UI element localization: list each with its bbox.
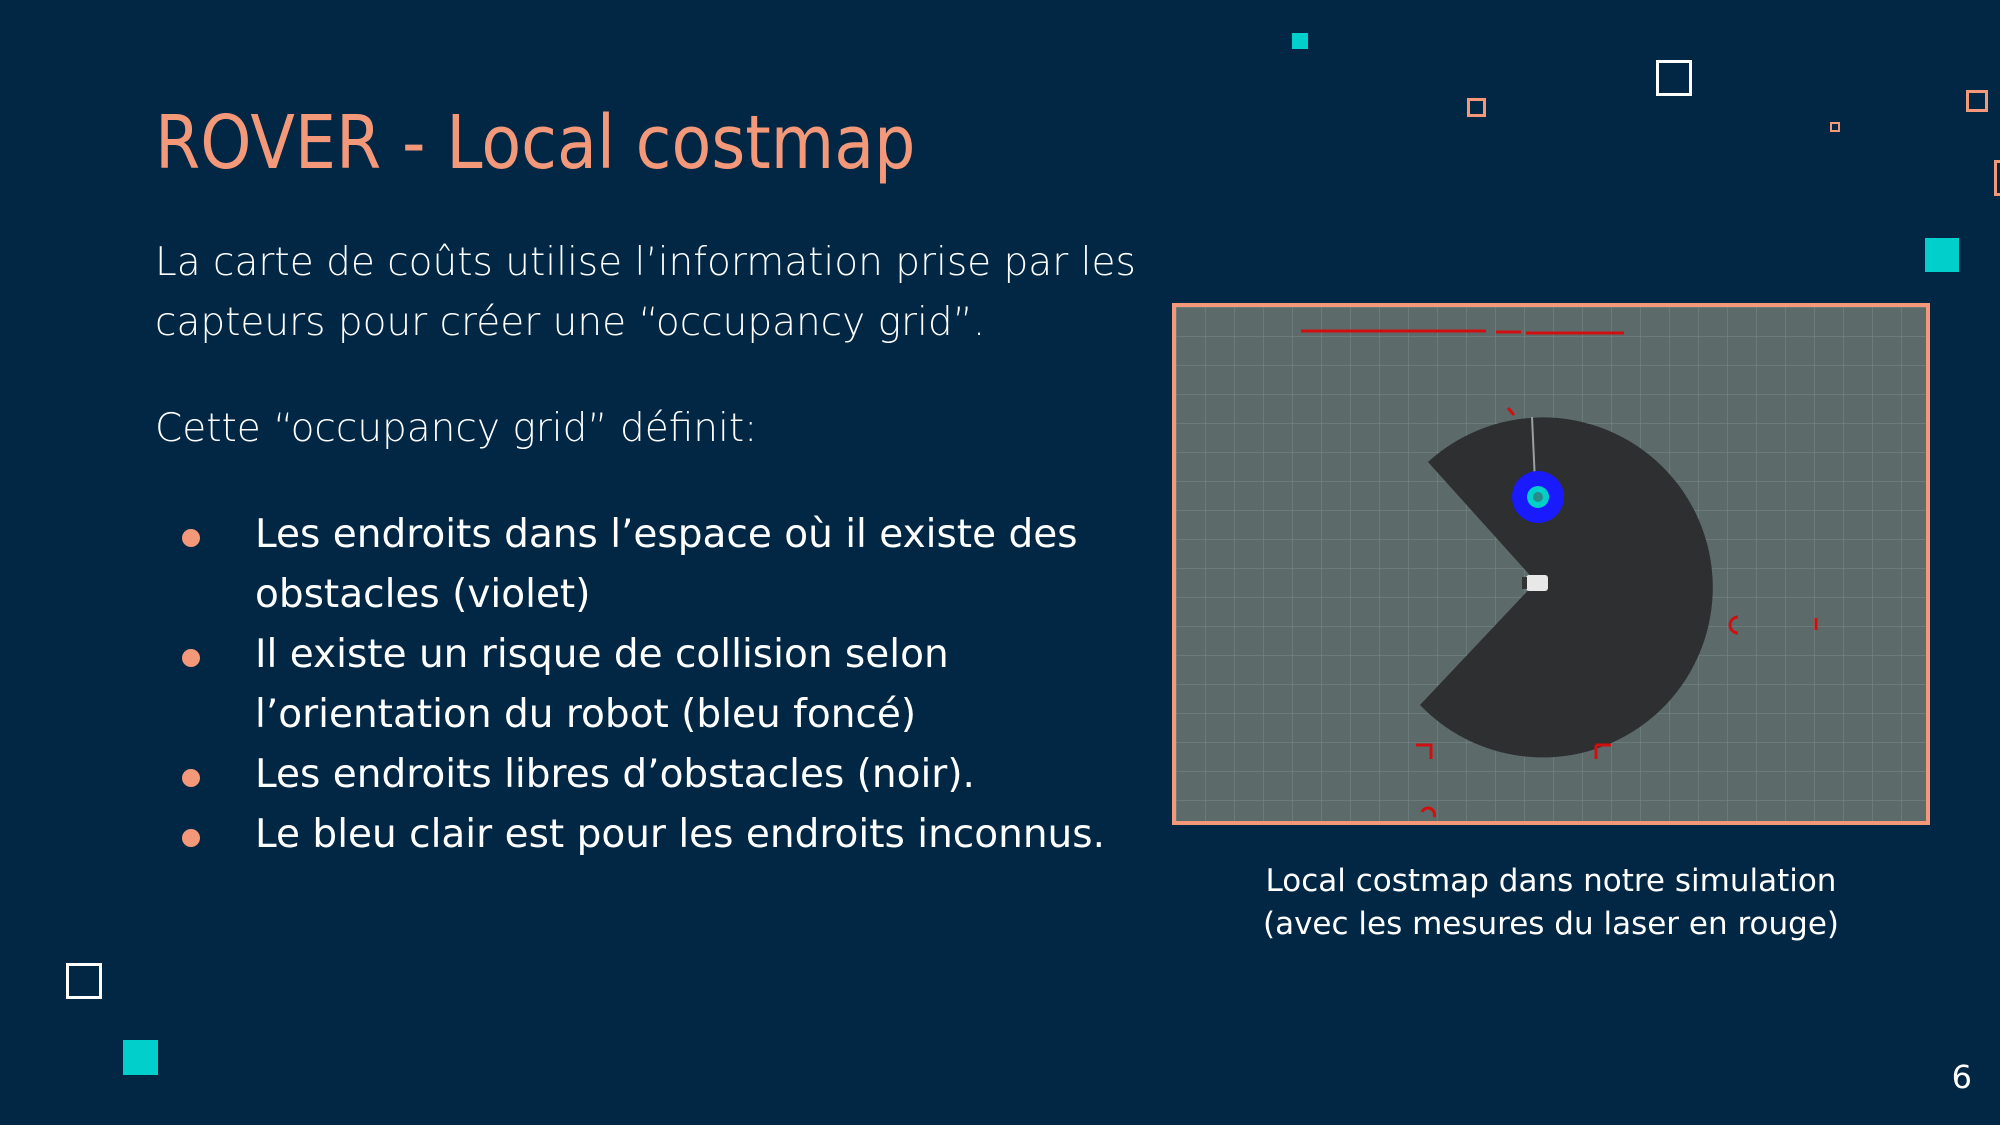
list-item-text: Les endroits libres d’obstacles (noir). — [255, 752, 975, 797]
decor-square-icon — [1966, 90, 1988, 112]
decor-square-icon — [66, 963, 102, 999]
robot-icon — [1526, 575, 1548, 591]
bullet-dot-icon — [182, 529, 200, 547]
decor-square-icon — [123, 1040, 158, 1075]
slide-title: ROVER - Local costmap — [155, 100, 916, 186]
figure-caption: Local costmap dans notre simulation (ave… — [1172, 860, 1930, 946]
list-item: Il existe un risque de collision selon l… — [155, 625, 1145, 745]
obstacle-center — [1533, 492, 1543, 502]
list-item: Le bleu clair est pour les endroits inco… — [155, 805, 1145, 865]
decor-square-icon — [1656, 60, 1692, 96]
definition-list: Les endroits dans l’espace où il existe … — [155, 505, 1145, 865]
decor-square-icon — [1292, 33, 1308, 49]
decor-square-icon — [1830, 122, 1840, 132]
bullet-dot-icon — [182, 829, 200, 847]
caption-line: Local costmap dans notre simulation — [1265, 863, 1837, 899]
intro-paragraph: La carte de coûts utilise l’information … — [155, 240, 1136, 345]
list-item-text: Les endroits dans l’espace où il existe … — [255, 512, 1078, 617]
bullet-dot-icon — [182, 649, 200, 667]
decor-square-icon — [1467, 98, 1486, 117]
list-item-text: Le bleu clair est pour les endroits inco… — [255, 812, 1105, 857]
costmap-image — [1172, 303, 1930, 825]
definition-intro: Cette “occupancy grid” définit: — [155, 406, 758, 451]
costmap-visual — [1176, 307, 1926, 821]
decor-square-icon — [1994, 160, 2000, 196]
list-item: Les endroits libres d’obstacles (noir). — [155, 745, 1145, 805]
caption-line: (avec les mesures du laser en rouge) — [1262, 906, 1839, 942]
list-item: Les endroits dans l’espace où il existe … — [155, 505, 1145, 625]
page-number: 6 — [1951, 1058, 1972, 1096]
robot-wheel — [1522, 577, 1527, 589]
decor-square-icon — [1925, 238, 1959, 272]
list-item-text: Il existe un risque de collision selon l… — [255, 632, 949, 737]
bullet-dot-icon — [182, 769, 200, 787]
